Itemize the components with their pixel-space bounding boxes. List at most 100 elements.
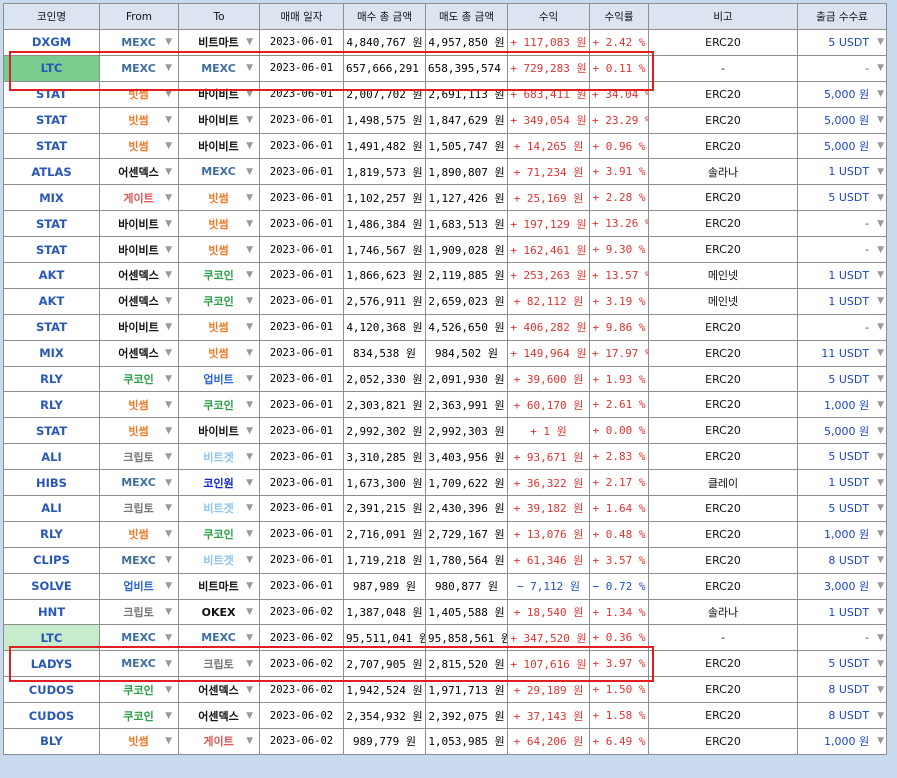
profit-cell[interactable]: + 149,964 원 xyxy=(507,339,590,367)
from-select[interactable]: 쿠코인 ▼ xyxy=(99,365,179,393)
profit-cell[interactable]: + 29,189 원 xyxy=(507,676,590,704)
chevron-down-icon[interactable]: ▼ xyxy=(165,89,172,99)
to-select[interactable]: 비트겟 ▼ xyxy=(178,443,260,471)
chevron-down-icon[interactable]: ▼ xyxy=(877,400,884,410)
chevron-down-icon[interactable]: ▼ xyxy=(246,167,253,177)
sell-total-cell[interactable]: 1,890,807 원 xyxy=(425,158,508,186)
trade-date-cell[interactable]: 2023-06-01 xyxy=(259,184,344,212)
fee-select[interactable]: - ▼ xyxy=(797,54,887,82)
chevron-down-icon[interactable]: ▼ xyxy=(246,296,253,306)
note-cell[interactable]: - xyxy=(648,624,798,652)
chevron-down-icon[interactable]: ▼ xyxy=(246,607,253,617)
sell-total-cell[interactable]: 2,992,303 원 xyxy=(425,417,508,445)
buy-total-cell[interactable]: 657,666,291 원 xyxy=(343,54,426,82)
note-cell[interactable]: ERC20 xyxy=(648,106,798,134)
trade-date-cell[interactable]: 2023-06-01 xyxy=(259,572,344,600)
chevron-down-icon[interactable]: ▼ xyxy=(877,89,884,99)
from-select[interactable]: 빗썸 ▼ xyxy=(99,106,179,134)
from-select[interactable]: 빗썸 ▼ xyxy=(99,728,179,755)
to-select[interactable]: 어센덱스 ▼ xyxy=(178,702,260,730)
sell-total-cell[interactable]: 1,405,588 원 xyxy=(425,598,508,626)
buy-total-cell[interactable]: 2,303,821 원 xyxy=(343,391,426,419)
trade-date-cell[interactable]: 2023-06-01 xyxy=(259,210,344,238)
rate-cell[interactable]: + 1.34 % xyxy=(589,598,649,626)
chevron-down-icon[interactable]: ▼ xyxy=(246,219,253,229)
chevron-down-icon[interactable]: ▼ xyxy=(246,374,253,384)
sell-total-cell[interactable]: 2,691,113 원 xyxy=(425,80,508,108)
from-select[interactable]: 크립토 ▼ xyxy=(99,443,179,471)
from-select[interactable]: 크립토 ▼ xyxy=(99,598,179,626)
sell-total-cell[interactable]: 2,091,930 원 xyxy=(425,365,508,393)
coin-cell[interactable]: LADYS xyxy=(3,650,100,678)
coin-cell[interactable]: AKT xyxy=(3,287,100,315)
fee-select[interactable]: - ▼ xyxy=(797,624,887,652)
from-select[interactable]: 쿠코인 ▼ xyxy=(99,676,179,704)
fee-select[interactable]: - ▼ xyxy=(797,236,887,264)
coin-cell[interactable]: HNT xyxy=(3,598,100,626)
note-cell[interactable]: ERC20 xyxy=(648,417,798,445)
to-select[interactable]: 바이비트 ▼ xyxy=(178,417,260,445)
trade-date-cell[interactable]: 2023-06-01 xyxy=(259,29,344,56)
chevron-down-icon[interactable]: ▼ xyxy=(246,736,253,746)
chevron-down-icon[interactable]: ▼ xyxy=(165,736,172,746)
chevron-down-icon[interactable]: ▼ xyxy=(246,581,253,591)
to-select[interactable]: 바이비트 ▼ xyxy=(178,106,260,134)
buy-total-cell[interactable]: 2,992,302 원 xyxy=(343,417,426,445)
profit-cell[interactable]: + 347,520 원 xyxy=(507,624,590,652)
chevron-down-icon[interactable]: ▼ xyxy=(165,426,172,436)
sell-total-cell[interactable]: 2,430,396 원 xyxy=(425,495,508,522)
note-cell[interactable]: ERC20 xyxy=(648,365,798,393)
chevron-down-icon[interactable]: ▼ xyxy=(165,452,172,462)
rate-cell[interactable]: + 0.48 % xyxy=(589,520,649,548)
to-select[interactable]: MEXC ▼ xyxy=(178,624,260,652)
note-cell[interactable]: ERC20 xyxy=(648,80,798,108)
chevron-down-icon[interactable]: ▼ xyxy=(877,529,884,539)
chevron-down-icon[interactable]: ▼ xyxy=(165,63,172,73)
sell-total-cell[interactable]: 2,363,991 원 xyxy=(425,391,508,419)
chevron-down-icon[interactable]: ▼ xyxy=(246,348,253,358)
fee-select[interactable]: 1 USDT ▼ xyxy=(797,287,887,315)
trade-date-cell[interactable]: 2023-06-01 xyxy=(259,469,344,497)
to-select[interactable]: MEXC ▼ xyxy=(178,158,260,186)
to-select[interactable]: 빗썸 ▼ xyxy=(178,210,260,238)
buy-total-cell[interactable]: 1,498,575 원 xyxy=(343,106,426,134)
sell-total-cell[interactable]: 1,909,028 원 xyxy=(425,236,508,264)
from-select[interactable]: 빗썸 ▼ xyxy=(99,132,179,160)
trade-date-cell[interactable]: 2023-06-01 xyxy=(259,546,344,574)
to-select[interactable]: 쿠코인 ▼ xyxy=(178,287,260,315)
note-cell[interactable]: 솔라나 xyxy=(648,158,798,186)
from-select[interactable]: MEXC ▼ xyxy=(99,54,179,82)
sell-total-cell[interactable]: 95,858,561 원 xyxy=(425,624,508,652)
rate-cell[interactable]: + 2.42 % xyxy=(589,29,649,56)
buy-total-cell[interactable]: 2,007,702 원 xyxy=(343,80,426,108)
sell-total-cell[interactable]: 2,659,023 원 xyxy=(425,287,508,315)
rate-cell[interactable]: + 0.11 % xyxy=(589,54,649,82)
trade-date-cell[interactable]: 2023-06-01 xyxy=(259,520,344,548)
from-select[interactable]: 어센덱스 ▼ xyxy=(99,262,179,289)
chevron-down-icon[interactable]: ▼ xyxy=(246,141,253,151)
chevron-down-icon[interactable]: ▼ xyxy=(877,503,884,513)
from-select[interactable]: 바이비트 ▼ xyxy=(99,313,179,341)
rate-cell[interactable]: + 3.91 % xyxy=(589,158,649,186)
profit-cell[interactable]: − 7,112 원 xyxy=(507,572,590,600)
chevron-down-icon[interactable]: ▼ xyxy=(246,478,253,488)
to-select[interactable]: MEXC ▼ xyxy=(178,54,260,82)
from-select[interactable]: 빗썸 ▼ xyxy=(99,520,179,548)
trade-date-cell[interactable]: 2023-06-01 xyxy=(259,262,344,289)
rate-cell[interactable]: + 1.64 % xyxy=(589,495,649,522)
rate-cell[interactable]: + 13.57 % xyxy=(589,262,649,289)
from-select[interactable]: MEXC ▼ xyxy=(99,29,179,56)
fee-select[interactable]: 5,000 원 ▼ xyxy=(797,132,887,160)
coin-cell[interactable]: HIBS xyxy=(3,469,100,497)
chevron-down-icon[interactable]: ▼ xyxy=(165,37,172,47)
fee-select[interactable]: 1 USDT ▼ xyxy=(797,598,887,626)
profit-cell[interactable]: + 253,263 원 xyxy=(507,262,590,289)
rate-cell[interactable]: − 0.72 % xyxy=(589,572,649,600)
rate-cell[interactable]: + 0.36 % xyxy=(589,624,649,652)
rate-cell[interactable]: + 2.61 % xyxy=(589,391,649,419)
chevron-down-icon[interactable]: ▼ xyxy=(877,607,884,617)
profit-cell[interactable]: + 683,411 원 xyxy=(507,80,590,108)
chevron-down-icon[interactable]: ▼ xyxy=(877,685,884,695)
buy-total-cell[interactable]: 1,942,524 원 xyxy=(343,676,426,704)
coin-cell[interactable]: CUDOS xyxy=(3,676,100,704)
